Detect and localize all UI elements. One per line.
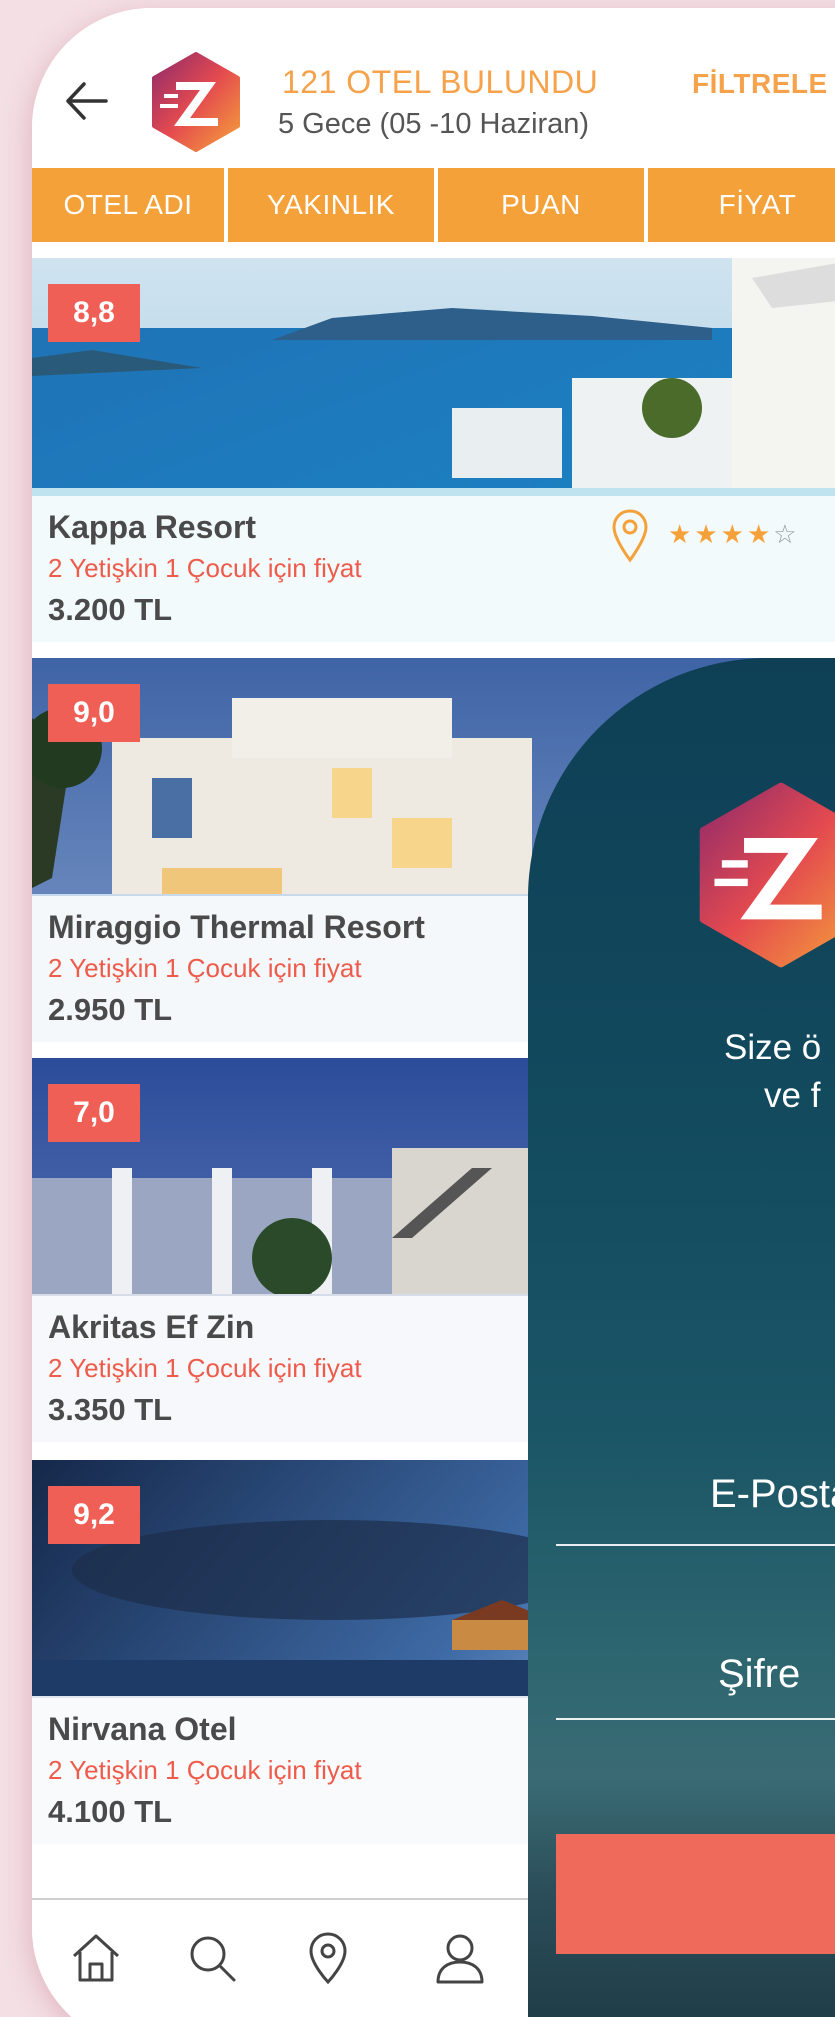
star-empty-icon: ☆ (773, 519, 800, 549)
guest-price-note: 2 Yetişkin 1 Çocuk için fiyat (48, 1353, 362, 1383)
hotel-price: 4.100 TL (48, 1794, 173, 1829)
hotel-price: 3.200 TL (48, 592, 173, 627)
location-pin-icon[interactable] (610, 508, 650, 564)
star-rating: ★★★★☆ (668, 519, 800, 550)
email-field-underline (556, 1544, 835, 1546)
guest-price-note: 2 Yetişkin 1 Çocuk için fiyat (48, 1755, 362, 1785)
sort-bar: OTEL ADI YAKINLIK PUAN FİYAT (32, 168, 835, 242)
header: 121 OTEL BULUNDU 5 Gece (05 -10 Haziran)… (32, 8, 835, 168)
hotel-card[interactable]: 8,8 Kappa Resort 2 Yetişkin 1 Çocuk için… (32, 258, 835, 642)
app-logo-icon (152, 52, 240, 152)
filter-button[interactable]: FİLTRELE (692, 68, 828, 100)
hotel-name: Kappa Resort (48, 509, 257, 545)
star-filled-icon: ★ (694, 519, 721, 549)
stay-dates-subtitle: 5 Gece (05 -10 Haziran) (278, 108, 590, 140)
guest-price-note: 2 Yetişkin 1 Çocuk için fiyat (48, 553, 362, 583)
results-count-title: 121 OTEL BULUNDU (282, 64, 599, 100)
hotel-price: 3.350 TL (48, 1392, 173, 1427)
login-button[interactable] (556, 1834, 835, 1954)
rating-badge: 9,0 (48, 684, 140, 742)
login-panel: Size ö ve f E-Posta Şifre (528, 658, 835, 2017)
back-arrow-icon[interactable] (60, 74, 114, 128)
password-field-underline (556, 1718, 835, 1720)
guest-price-note: 2 Yetişkin 1 Çocuk için fiyat (48, 953, 362, 983)
phone-screen: 121 OTEL BULUNDU 5 Gece (05 -10 Haziran)… (32, 8, 835, 2017)
hotel-price: 2.950 TL (48, 992, 173, 1027)
login-tagline: Size ö ve f (724, 1024, 835, 1120)
rating-badge: 7,0 (48, 1084, 140, 1142)
user-icon[interactable] (430, 1928, 490, 1988)
sort-tab-price[interactable]: FİYAT (648, 168, 835, 242)
home-icon[interactable] (66, 1928, 126, 1988)
rating-badge: 9,2 (48, 1486, 140, 1544)
star-filled-icon: ★ (746, 519, 774, 549)
sort-tab-rating[interactable]: PUAN (438, 168, 648, 242)
sort-tab-proximity[interactable]: YAKINLIK (228, 168, 438, 242)
login-tagline-line-1: Size ö (724, 1028, 822, 1067)
password-field[interactable]: Şifre (718, 1652, 800, 1697)
app-logo-icon (699, 782, 835, 968)
star-filled-icon: ★ (720, 519, 747, 549)
search-icon[interactable] (182, 1928, 242, 1988)
email-field[interactable]: E-Posta (710, 1472, 835, 1517)
location-pin-icon[interactable] (298, 1928, 358, 1988)
sort-tab-name[interactable]: OTEL ADI (32, 168, 228, 242)
hotel-name: Akritas Ef Zin (48, 1309, 255, 1345)
hotel-name: Nirvana Otel (48, 1711, 237, 1747)
hotel-name: Miraggio Thermal Resort (48, 909, 425, 945)
star-filled-icon: ★ (668, 519, 695, 549)
rating-badge: 8,8 (48, 284, 140, 342)
login-tagline-line-2: ve f (764, 1076, 821, 1115)
